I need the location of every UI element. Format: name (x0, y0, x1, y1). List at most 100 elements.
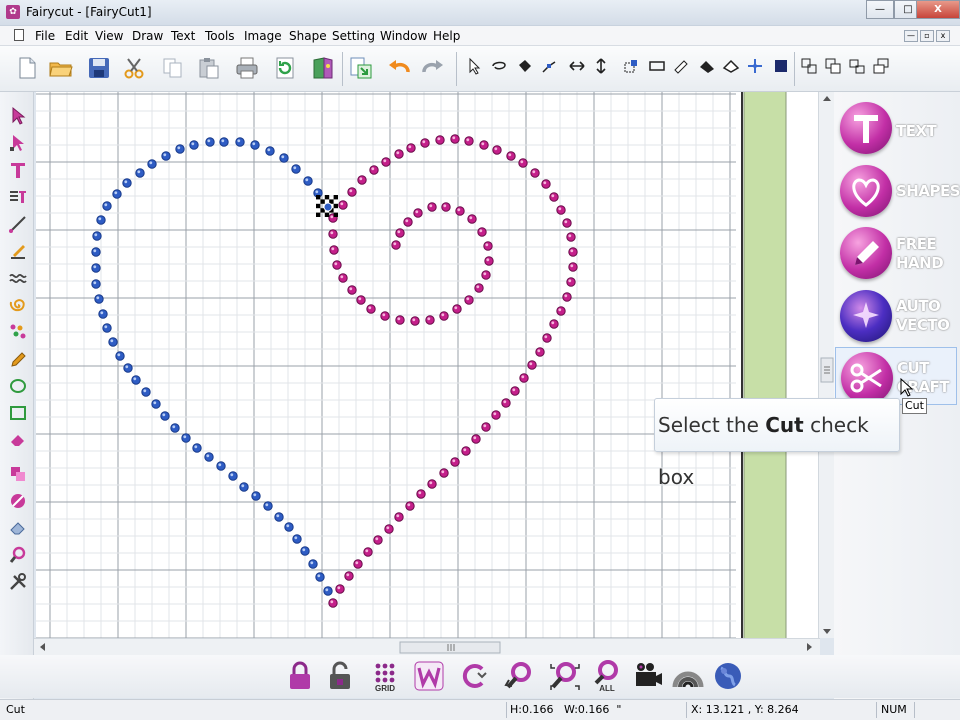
undo-icon[interactable] (386, 55, 412, 81)
zoom-icon[interactable] (8, 545, 28, 565)
zoom-all-icon[interactable]: ALL (590, 659, 624, 693)
arrange-icon[interactable] (872, 57, 890, 75)
fill-icon[interactable] (516, 57, 534, 75)
node-icon[interactable] (540, 57, 558, 75)
menu-file[interactable]: File (35, 29, 55, 43)
rectangle-select-icon[interactable] (648, 57, 666, 75)
eraser-edit-icon[interactable] (672, 57, 690, 75)
zoom-back-icon[interactable] (503, 659, 537, 693)
close-button[interactable]: X (916, 0, 960, 19)
flip-horizontal-icon[interactable] (568, 57, 586, 75)
print-icon[interactable] (234, 55, 260, 81)
w-logo-icon[interactable] (412, 659, 446, 693)
rhinestone-highlight (368, 306, 372, 310)
mdi-minimize-button[interactable]: — (904, 30, 918, 42)
node-edit-icon[interactable] (8, 133, 28, 153)
move-icon[interactable] (746, 57, 764, 75)
rhinestone-pattern-icon[interactable] (8, 322, 28, 342)
open-folder-icon[interactable] (48, 55, 74, 81)
shapes-feature-button[interactable]: SHAPES (840, 161, 960, 219)
select-arrow-icon[interactable] (466, 57, 484, 75)
align-icon[interactable] (800, 57, 818, 75)
minimize-button[interactable]: — (866, 0, 894, 19)
copy-icon[interactable] (160, 55, 186, 81)
pink-rhinestone (452, 304, 462, 314)
menu-help[interactable]: Help (433, 29, 460, 43)
freehand-feature-button[interactable]: FREE HAND (840, 223, 956, 281)
menu-image[interactable]: Image (244, 29, 282, 43)
pen-icon[interactable] (8, 241, 28, 261)
flip-vertical-icon[interactable] (592, 57, 610, 75)
mdi-restore-button[interactable]: ▫ (920, 30, 934, 42)
rhinestone-highlight (486, 258, 490, 262)
globe-icon[interactable] (711, 659, 745, 693)
lasso-icon[interactable] (490, 57, 508, 75)
cutcraft-feature-button[interactable]: CUT CRAFT (835, 347, 957, 405)
line-icon[interactable] (8, 214, 28, 234)
ellipse-icon[interactable] (8, 376, 28, 396)
menu-view[interactable]: View (95, 29, 123, 43)
menu-tools[interactable]: Tools (205, 29, 235, 43)
redo-icon[interactable] (420, 55, 446, 81)
new-document-icon[interactable] (14, 55, 40, 81)
menu-draw[interactable]: Draw (132, 29, 163, 43)
rhinestone-highlight (355, 561, 359, 565)
canvas-drawing[interactable] (36, 92, 820, 638)
paste-icon[interactable] (196, 55, 222, 81)
brush-icon[interactable] (8, 491, 28, 511)
pink-rhinestone (403, 217, 413, 227)
shape-convert-icon[interactable] (8, 464, 28, 484)
library-book-icon[interactable] (310, 55, 336, 81)
select-arrow-icon[interactable] (8, 106, 28, 126)
menu-text[interactable]: Text (171, 29, 195, 43)
autovector-feature-button[interactable]: AUTO VECTO (840, 286, 956, 344)
c-rotate-icon[interactable] (458, 659, 492, 693)
contour-icon[interactable] (722, 57, 740, 75)
all-label: ALL (599, 684, 615, 693)
rainbow-arc-icon[interactable] (671, 659, 705, 693)
document-icon[interactable] (14, 29, 24, 41)
pink-rhinestone (549, 192, 559, 202)
menu-shape[interactable]: Shape (289, 29, 327, 43)
eraser-icon[interactable] (8, 430, 28, 450)
break-apart-icon[interactable] (848, 57, 866, 75)
toolbar-separator (342, 52, 343, 86)
lock-icon[interactable] (283, 659, 317, 693)
rhinestone-highlight (183, 435, 187, 439)
erase-tool-icon[interactable] (8, 518, 28, 538)
design-canvas[interactable] (36, 92, 820, 638)
blue-rhinestone (91, 279, 101, 289)
text-icon[interactable] (8, 160, 28, 180)
rectangle-icon[interactable] (8, 403, 28, 423)
cut-scissors-icon[interactable] (122, 55, 148, 81)
horizontal-scroll-thumb (399, 641, 501, 654)
vertical-scrollbar[interactable] (818, 92, 834, 638)
refresh-icon[interactable] (272, 55, 298, 81)
horizontal-scrollbar[interactable] (34, 638, 820, 655)
solid-square-icon[interactable] (772, 57, 790, 75)
pink-rhinestone (394, 149, 404, 159)
menu-edit[interactable]: Edit (65, 29, 88, 43)
wave-icon[interactable] (8, 268, 28, 288)
combine-icon[interactable] (824, 57, 842, 75)
grid-icon[interactable]: GRID (368, 659, 402, 693)
unlock-icon[interactable] (323, 659, 357, 693)
heart-icon (840, 165, 892, 217)
rhinestone-highlight (281, 155, 285, 159)
group-icon[interactable] (622, 57, 640, 75)
zoom-fit-icon[interactable] (548, 659, 582, 693)
selection-handle-cell (333, 195, 338, 200)
text-feature-button[interactable]: TEXT (840, 98, 956, 156)
menu-window[interactable]: Window (380, 29, 427, 43)
mdi-close-button[interactable]: x (936, 30, 950, 42)
pencil-icon[interactable] (8, 349, 28, 369)
menu-setting[interactable]: Setting (332, 29, 375, 43)
text-on-path-icon[interactable] (8, 187, 28, 207)
save-icon[interactable] (86, 55, 112, 81)
mouse-cursor-icon (900, 378, 914, 397)
spiral-icon[interactable] (8, 295, 28, 315)
camera-icon[interactable] (630, 659, 664, 693)
import-icon[interactable] (348, 55, 374, 81)
tools-icon[interactable] (8, 572, 28, 592)
weld-icon[interactable] (698, 57, 716, 75)
